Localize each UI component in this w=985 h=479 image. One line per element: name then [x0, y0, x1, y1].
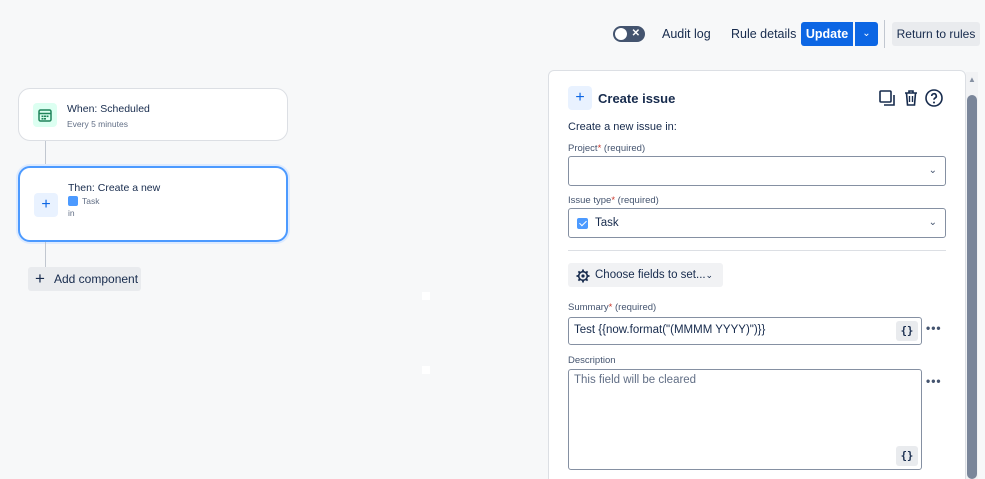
flow-connector	[45, 141, 46, 166]
more-options-icon[interactable]: •••	[926, 374, 942, 388]
toggle-off-icon: ✕	[631, 28, 640, 39]
plus-icon: +	[35, 269, 45, 288]
summary-field[interactable]: Test {{now.format("(MMMM YYYY)")}} {}	[568, 317, 922, 345]
issue-type-label: Issue type* (required)	[568, 195, 659, 206]
update-options-button[interactable]: ⌄	[855, 22, 878, 46]
toolbar-divider	[884, 20, 885, 48]
add-component-button[interactable]: + Add component	[28, 267, 141, 291]
canvas-handle	[422, 366, 430, 374]
task-checkbox-icon	[68, 196, 78, 206]
issue-type-select[interactable]: Task ⌄	[568, 208, 946, 238]
panel-intro: Create a new issue in:	[568, 121, 677, 133]
trash-icon[interactable]	[901, 88, 921, 108]
project-label: Project* (required)	[568, 143, 646, 154]
update-button[interactable]: Update	[801, 22, 853, 46]
scroll-up-icon[interactable]: ▲	[966, 74, 978, 86]
create-issue-panel: + Create issue Create a new issue in: Pr…	[548, 70, 966, 479]
rule-toolbar: ✕ Audit log Rule details Update ⌄ Return…	[0, 0, 985, 70]
help-icon[interactable]	[924, 88, 944, 108]
more-options-icon[interactable]: •••	[926, 321, 942, 335]
plus-icon: +	[34, 193, 58, 217]
smart-value-button[interactable]: {}	[896, 446, 918, 466]
scrollbar-thumb[interactable]	[967, 95, 977, 479]
description-placeholder: This field will be cleared	[574, 374, 697, 386]
chevron-down-icon: ⌄	[862, 28, 871, 39]
project-select[interactable]: ⌄	[568, 156, 946, 186]
chevron-down-icon: ⌄	[928, 165, 937, 176]
smart-value-button[interactable]: {}	[896, 321, 918, 341]
flow-connector	[45, 242, 46, 267]
add-component-label: Add component	[54, 272, 139, 286]
action-title: Then: Create a new	[68, 182, 161, 194]
chevron-down-icon: ⌄	[928, 217, 937, 228]
summary-value: Test {{now.format("(MMMM YYYY)")}}	[574, 324, 766, 336]
audit-log-link[interactable]: Audit log	[662, 26, 711, 42]
return-to-rules-button[interactable]: Return to rules	[892, 22, 980, 46]
calendar-icon	[33, 103, 57, 127]
task-checkbox-icon	[577, 218, 588, 229]
choose-fields-button[interactable]: Choose fields to set... ⌄	[568, 263, 723, 287]
chevron-down-icon: ⌄	[705, 270, 713, 280]
description-field[interactable]: This field will be cleared {}	[568, 369, 922, 470]
canvas-handle	[422, 292, 430, 300]
toggle-knob	[615, 28, 627, 40]
action-issue-type: Task	[82, 196, 100, 206]
issue-type-value: Task	[595, 217, 619, 229]
description-label: Description	[568, 355, 616, 366]
choose-fields-label: Choose fields to set...	[595, 269, 706, 281]
rule-details-link[interactable]: Rule details	[731, 26, 796, 42]
trigger-node[interactable]: When: Scheduled Every 5 minutes	[18, 88, 288, 141]
trigger-title: When: Scheduled	[67, 103, 150, 115]
panel-title: Create issue	[598, 91, 676, 106]
summary-label: Summary* (required)	[568, 302, 657, 313]
section-divider	[568, 250, 946, 251]
trigger-subtitle: Every 5 minutes	[67, 119, 128, 129]
gear-icon	[576, 268, 590, 283]
copy-icon[interactable]	[877, 88, 897, 108]
rule-enabled-toggle[interactable]: ✕	[613, 26, 645, 42]
action-suffix: in	[68, 208, 75, 218]
plus-icon: +	[568, 86, 592, 110]
action-node[interactable]: + Then: Create a new Task in	[18, 166, 288, 242]
